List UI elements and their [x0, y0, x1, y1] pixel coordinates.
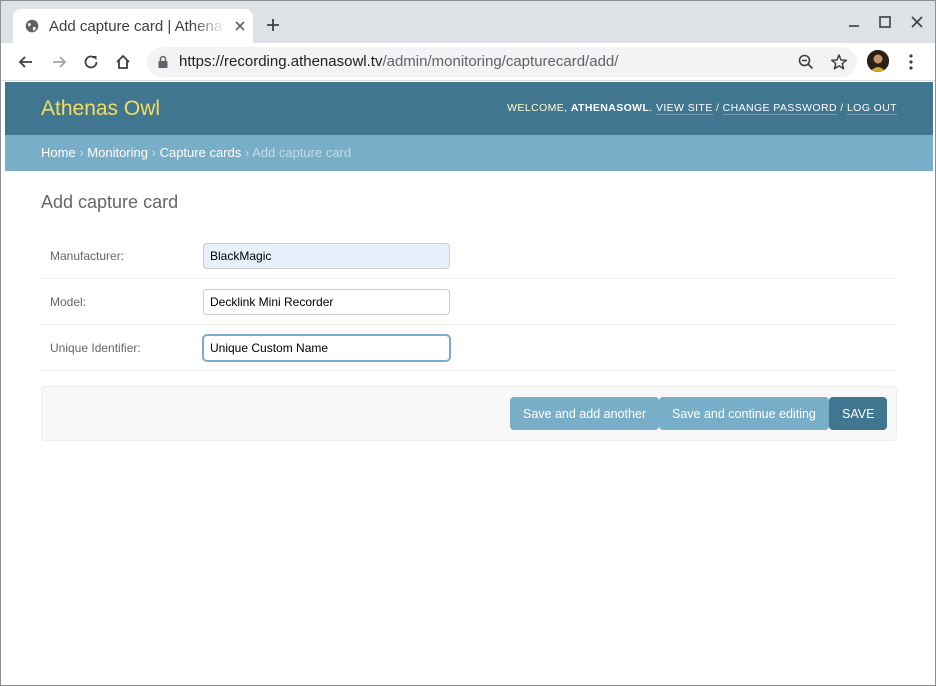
save-and-continue-button[interactable]: Save and continue editing	[659, 397, 829, 430]
form-row-manufacturer: Manufacturer:	[41, 233, 897, 279]
address-bar[interactable]: https://recording.athenasowl.tv/admin/mo…	[147, 47, 857, 77]
view-site-link[interactable]: VIEW SITE	[655, 102, 713, 115]
home-icon[interactable]	[114, 53, 132, 71]
change-password-link[interactable]: CHANGE PASSWORD	[722, 102, 837, 115]
page-title: Add capture card	[41, 192, 179, 212]
browser-toolbar: https://recording.athenasowl.tv/admin/mo…	[1, 43, 935, 81]
user-tools: WELCOME, ATHENASOWL. VIEW SITE / CHANGE …	[507, 102, 897, 115]
breadcrumb-separator: ›	[79, 145, 84, 160]
unique-identifier-input[interactable]	[203, 335, 450, 361]
zoom-icon[interactable]	[797, 53, 815, 71]
admin-page: Athenas Owl WELCOME, ATHENASOWL. VIEW SI…	[5, 82, 933, 685]
tab-title: Add capture card | Athenas Owl Recording	[49, 18, 225, 35]
arrow-right-icon[interactable]	[50, 53, 68, 71]
profile-avatar[interactable]	[867, 50, 889, 72]
manufacturer-input[interactable]	[203, 243, 450, 269]
submit-row: Save and add another Save and continue e…	[41, 386, 897, 441]
breadcrumb-home[interactable]: Home	[41, 145, 76, 160]
star-icon[interactable]	[830, 53, 848, 71]
url-host: https://recording.athenasowl.tv	[179, 53, 383, 70]
window-close-icon[interactable]	[910, 15, 924, 29]
avatar-icon	[867, 50, 889, 72]
maximize-icon[interactable]	[878, 15, 892, 29]
separator: /	[840, 102, 844, 114]
username: ATHENASOWL	[570, 102, 650, 114]
form-row-unique-identifier: Unique Identifier:	[41, 325, 897, 371]
save-and-add-another-button[interactable]: Save and add another	[510, 397, 660, 430]
breadcrumb-current: Add capture card	[252, 145, 352, 160]
unique-identifier-label: Unique Identifier:	[50, 341, 141, 355]
breadcrumb-monitoring[interactable]: Monitoring	[87, 145, 148, 160]
arrow-left-icon[interactable]	[17, 53, 35, 71]
model-input[interactable]	[203, 289, 450, 315]
save-button[interactable]: Save	[829, 397, 888, 430]
plus-icon[interactable]	[265, 17, 281, 33]
form-row-model: Model:	[41, 279, 897, 325]
breadcrumb-separator: ›	[244, 145, 250, 160]
breadcrumb: Home › Monitoring › Capture cards › Add …	[5, 135, 933, 171]
separator: /	[715, 102, 720, 114]
url-path: /admin/monitoring/capturecard/add/	[382, 53, 619, 70]
welcome-text: WELCOME,	[507, 102, 568, 114]
breadcrumb-capture-cards[interactable]: Capture cards	[160, 145, 242, 160]
close-icon[interactable]	[233, 19, 247, 33]
form-content: Add capture card Manufacturer: Model: Un…	[41, 192, 897, 441]
tab-strip: Add capture card | Athenas Owl Recording	[1, 1, 935, 43]
breadcrumb-separator: ›	[151, 145, 156, 160]
minimize-icon[interactable]	[847, 15, 861, 29]
url-text: https://recording.athenasowl.tv/admin/mo…	[179, 53, 618, 70]
browser-window: Add capture card | Athenas Owl Recording	[0, 0, 936, 686]
lock-icon[interactable]	[157, 55, 169, 69]
model-label: Model:	[50, 295, 87, 309]
site-branding[interactable]: Athenas Owl	[41, 97, 160, 121]
log-out-link[interactable]: LOG OUT	[846, 102, 897, 115]
kebab-menu-icon[interactable]	[905, 53, 917, 71]
manufacturer-label: Manufacturer:	[50, 249, 125, 263]
reload-icon[interactable]	[82, 53, 100, 71]
admin-header: Athenas Owl WELCOME, ATHENASOWL. VIEW SI…	[5, 82, 933, 135]
browser-tab[interactable]: Add capture card | Athenas Owl Recording	[13, 9, 253, 43]
globe-icon	[25, 19, 39, 33]
